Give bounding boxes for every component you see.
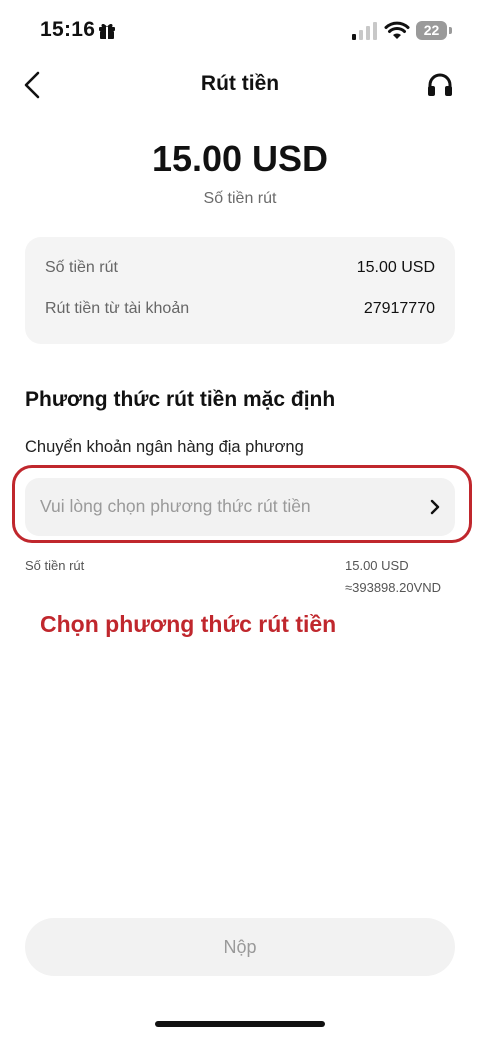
wifi-icon bbox=[384, 21, 410, 39]
chevron-right-icon bbox=[430, 499, 440, 515]
headset-icon[interactable] bbox=[426, 72, 454, 98]
annotation-text: Chọn phương thức rút tiền bbox=[40, 611, 337, 637]
gift-icon bbox=[99, 23, 115, 39]
home-indicator bbox=[155, 1021, 325, 1027]
withdraw-details-card: Số tiền rút 15.00 USD Rút tiền từ tài kh… bbox=[25, 237, 455, 344]
detail-row-account: Rút tiền từ tài khoản 27917770 bbox=[45, 300, 435, 324]
withdraw-amount-caption: Số tiền rút bbox=[203, 190, 277, 207]
battery-icon: 22 bbox=[416, 21, 447, 40]
detail-row-amount: Số tiền rút 15.00 USD bbox=[45, 259, 435, 283]
summary-usd: 15.00 USD bbox=[345, 558, 409, 573]
status-time: 15:16 bbox=[40, 18, 96, 41]
summary-label: Số tiền rút bbox=[25, 558, 85, 573]
detail-label: Số tiền rút bbox=[45, 259, 118, 276]
detail-label: Rút tiền từ tài khoản bbox=[45, 300, 190, 317]
summary-vnd: ≈393898.20VND bbox=[345, 580, 442, 595]
withdraw-screen: 15:16 22 Rút tiền 15.00 USD Số tiền rút … bbox=[0, 0, 480, 1039]
withdraw-amount: 15.00 USD bbox=[151, 138, 329, 179]
detail-value: 27917770 bbox=[363, 300, 435, 317]
method-select-button[interactable]: Vui lòng chọn phương thức rút tiền bbox=[25, 478, 455, 536]
battery-tip bbox=[449, 27, 452, 34]
cellular-signal-icon bbox=[352, 22, 377, 40]
method-subtitle: Chuyển khoản ngân hàng địa phương bbox=[25, 438, 304, 456]
method-placeholder: Vui lòng chọn phương thức rút tiền bbox=[40, 496, 311, 516]
method-section-title: Phương thức rút tiền mặc định bbox=[25, 388, 336, 411]
submit-button[interactable]: Nộp bbox=[25, 918, 455, 976]
status-bar: 15:16 22 bbox=[0, 0, 480, 60]
detail-value: 15.00 USD bbox=[356, 259, 435, 276]
page-title: Rút tiền bbox=[200, 72, 280, 95]
